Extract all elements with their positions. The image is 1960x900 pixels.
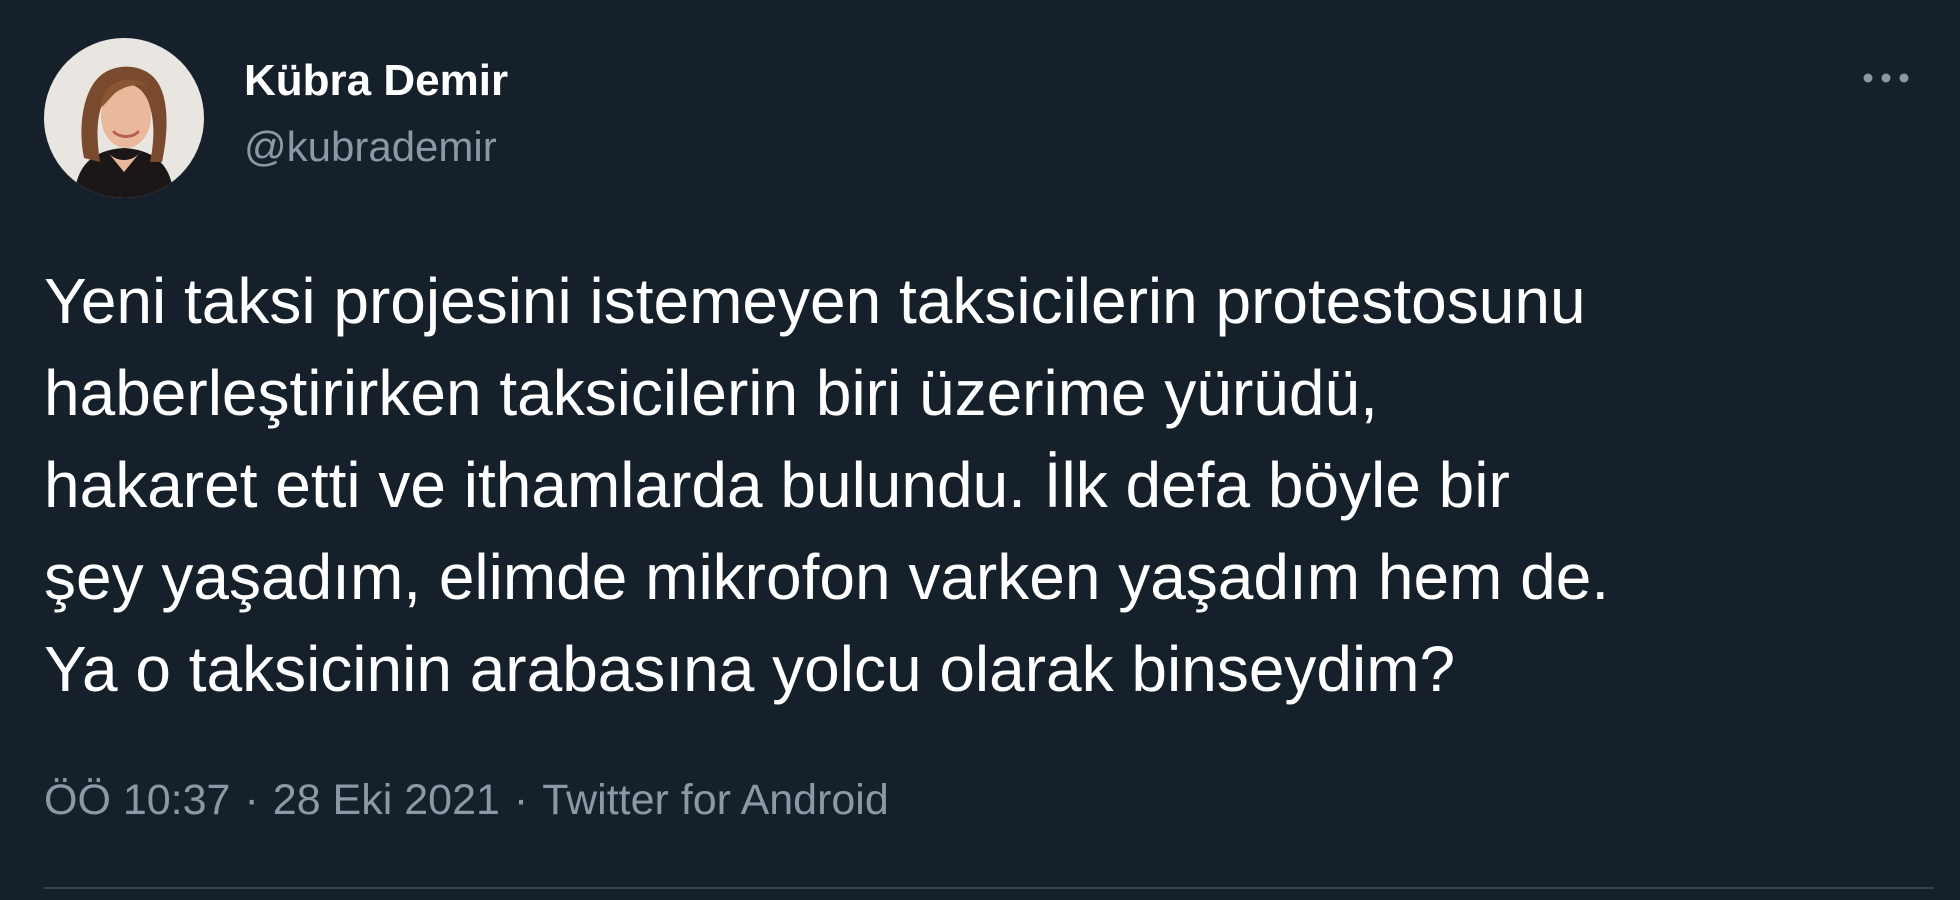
more-options-button[interactable] (1856, 58, 1916, 98)
avatar[interactable] (44, 38, 204, 198)
tweet-time[interactable]: ÖÖ 10:37 (44, 776, 230, 824)
tweet-text-line: Yeni taksi projesini istemeyen taksicile… (44, 265, 1586, 337)
tweet-text-line: şey yaşadım, elimde mikrofon varken yaşa… (44, 541, 1610, 613)
ellipsis-icon (1863, 73, 1909, 83)
tweet-card: Kübra Demir @kubrademir Yeni taksi proje… (0, 0, 1960, 900)
tweet-source[interactable]: Twitter for Android (542, 776, 889, 824)
author-handle[interactable]: @kubrademir (244, 122, 497, 172)
divider (44, 887, 1934, 889)
author-name[interactable]: Kübra Demir (244, 55, 508, 107)
tweet-text: Yeni taksi projesini istemeyen taksicile… (44, 255, 1914, 715)
meta-separator: · (513, 776, 529, 824)
meta-separator: · (244, 776, 259, 824)
tweet-date[interactable]: 28 Eki 2021 (273, 776, 500, 824)
tweet-text-line: hakaret etti ve ithamlarda bulundu. İlk … (44, 449, 1510, 521)
tweet-text-line: haberleştirirken taksicilerin biri üzeri… (44, 357, 1378, 429)
tweet-text-line: Ya o taksicinin arabasına yolcu olarak b… (44, 633, 1456, 705)
profile-photo (44, 38, 204, 198)
tweet-metadata: ÖÖ 10:37 · 28 Eki 2021 · Twitter for Android (44, 772, 889, 828)
